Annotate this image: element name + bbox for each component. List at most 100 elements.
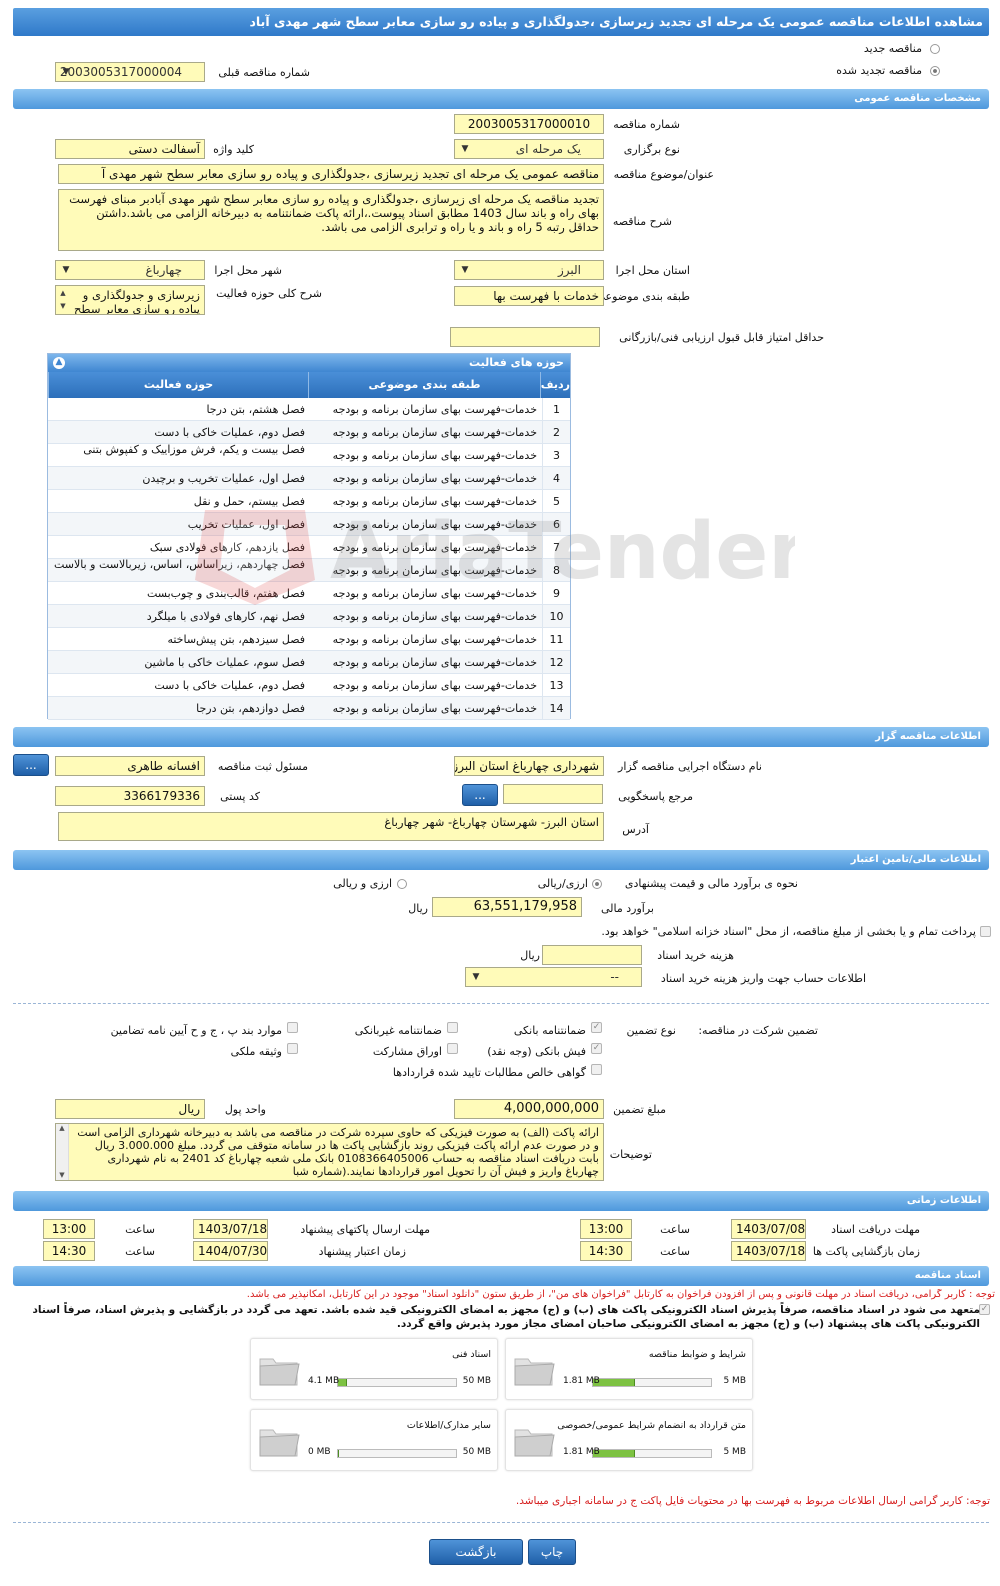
- bank-receipt-checkbox[interactable]: ✓: [591, 1043, 602, 1054]
- treasury-text: پرداخت تمام و یا بخشی از مبلغ مناقصه، از…: [601, 925, 976, 938]
- usage-bar: [337, 1378, 457, 1387]
- section-docs: اسناد مناقصه: [13, 1266, 989, 1286]
- table-row: 6 خدمات-فهرست بهای سازمان برنامه و بودجه ف…: [48, 513, 570, 536]
- category-field[interactable]: خدمات با فهرست بها: [454, 286, 604, 306]
- row-activity: فصل اول، عملیات تخریب: [187, 518, 305, 531]
- rial-radio[interactable]: [592, 879, 602, 889]
- row-number: 10: [542, 605, 570, 628]
- collapse-icon[interactable]: ▲: [53, 357, 65, 369]
- row-category: خدمات-فهرست بهای سازمان برنامه و بودجه: [332, 587, 537, 600]
- estimate-field[interactable]: 63,551,179,958: [432, 897, 582, 917]
- scroll-arrows[interactable]: ▲ ▼: [58, 287, 68, 313]
- notes-label: توضیحات: [609, 1148, 652, 1161]
- table-row: 10 خدمات-فهرست بهای سازمان برنامه و بودجه…: [48, 605, 570, 628]
- category-label: طبقه بندی موضوعی: [596, 290, 690, 303]
- table-row: 7 خدمات-فهرست بهای سازمان برنامه و بودجه ف…: [48, 536, 570, 559]
- province-select[interactable]: ▼ البرز: [454, 260, 604, 280]
- row-number: 1: [542, 398, 570, 421]
- document-used-size: 0 MB: [308, 1447, 331, 1457]
- back-button[interactable]: بازگشت: [429, 1539, 523, 1565]
- document-max-size: 5 MB: [723, 1376, 746, 1386]
- document-card[interactable]: متن قرارداد به انضمام شرایط عمومی/خصوصی 5…: [505, 1409, 753, 1471]
- activity-desc-field[interactable]: زیرسازی و جدولگذاری و پیاده رو سازی معاب…: [55, 285, 205, 315]
- bank-receipt-label: فیش بانکی (وجه نقد): [487, 1045, 586, 1058]
- commitment-checkbox[interactable]: ✓: [979, 1304, 990, 1315]
- subject-field[interactable]: مناقصه عمومی یک مرحله ای تجدید زیرسازی ،…: [58, 164, 604, 184]
- select-reference-button[interactable]: ...: [462, 784, 498, 806]
- chevron-down-icon: ▼: [62, 265, 70, 275]
- bank-guarantee-label: ضمانتنامه بانکی: [513, 1024, 586, 1037]
- submit-deadline-time[interactable]: 13:00: [43, 1219, 95, 1239]
- submit-deadline-date[interactable]: 1403/07/18: [193, 1219, 268, 1239]
- address-field[interactable]: استان البرز- شهرستان چهارباغ- شهر چهاربا…: [58, 812, 604, 841]
- nonbank-guarantee-checkbox[interactable]: [447, 1022, 458, 1033]
- desc-field[interactable]: تجدید مناقصه یک مرحله ای زیرسازی ،جدولگذ…: [58, 189, 604, 251]
- city-select[interactable]: ▼ چهارباغ: [55, 260, 205, 280]
- unit-field[interactable]: ریال: [55, 1099, 205, 1119]
- document-max-size: 50 MB: [462, 1447, 491, 1457]
- validity-time[interactable]: 14:30: [43, 1241, 95, 1261]
- clauses-checkbox[interactable]: [287, 1022, 298, 1033]
- clauses-label: موارد بند پ ، ج و ح آیین نامه تضامین: [110, 1024, 282, 1037]
- row-number: 3: [542, 444, 570, 467]
- divider: [13, 1522, 989, 1523]
- row-activity: فصل سیزدهم، بتن پیش‌ساخته: [167, 633, 305, 646]
- min-score-field[interactable]: [450, 327, 600, 347]
- row-activity: فصل چهاردهم، زیراساس، اساس، زیربالاست و …: [53, 559, 305, 571]
- amount-field[interactable]: 4,000,000,000: [454, 1099, 604, 1119]
- property-checkbox[interactable]: [287, 1043, 298, 1054]
- row-number: 12: [542, 651, 570, 674]
- fx-radio[interactable]: [397, 879, 407, 889]
- row-activity: فصل بیست و یکم، فرش موزاییک و کفپوش بتنی: [83, 444, 305, 456]
- doc-deadline-label: مهلت دریافت اسناد: [831, 1223, 920, 1236]
- print-button[interactable]: چاپ: [528, 1539, 576, 1565]
- doc-deadline-date[interactable]: 1403/07/08: [731, 1219, 806, 1239]
- validity-label: زمان اعتبار پیشنهاد: [318, 1245, 406, 1258]
- claims-cert-checkbox[interactable]: [591, 1064, 602, 1075]
- folder-icon: [514, 1429, 555, 1457]
- notes-scrollbar[interactable]: ▲ ▼: [56, 1124, 69, 1180]
- document-card[interactable]: اسناد فنی 50 MB 4.1 MB: [250, 1338, 498, 1400]
- validity-date[interactable]: 1404/07/30: [193, 1241, 268, 1261]
- treasury-checkbox[interactable]: [980, 926, 991, 937]
- opening-time[interactable]: 14:30: [580, 1241, 632, 1261]
- amount-label: مبلغ تضمین: [613, 1103, 666, 1116]
- select-responsible-button[interactable]: ...: [13, 754, 49, 776]
- prev-number-select[interactable]: ▼ 2003005317000004: [55, 62, 205, 82]
- doc-cost-field[interactable]: [542, 945, 642, 965]
- document-max-size: 5 MB: [723, 1447, 746, 1457]
- min-score-label: حداقل امتیاز قابل قبول ارزیابی فنی/بازرگ…: [619, 331, 824, 344]
- type-select[interactable]: ▼ یک مرحله ای: [454, 139, 604, 159]
- new-tender-radio[interactable]: [930, 44, 940, 54]
- responsible-field[interactable]: افسانه طاهری: [55, 756, 205, 776]
- row-number: 2: [542, 421, 570, 444]
- address-label: آدرس: [622, 823, 649, 836]
- row-activity: فصل دوم، عملیات خاکی با دست: [154, 426, 305, 439]
- reference-field[interactable]: [503, 784, 603, 804]
- row-number: 5: [542, 490, 570, 513]
- document-card[interactable]: شرایط و ضوابط مناقصه 5 MB 1.81 MB: [505, 1338, 753, 1400]
- postal-field[interactable]: 3366179336: [55, 786, 205, 806]
- rial-radio-label: ارزی/ریالی: [537, 877, 588, 890]
- document-name: شرایط و ضوابط مناقصه: [648, 1349, 746, 1360]
- renewed-tender-radio[interactable]: [930, 66, 940, 76]
- opening-date[interactable]: 1403/07/18: [731, 1241, 806, 1261]
- table-row: 1 خدمات-فهرست بهای سازمان برنامه و بودجه ف…: [48, 398, 570, 421]
- usage-bar: [337, 1449, 457, 1458]
- bank-guarantee-checkbox[interactable]: ✓: [591, 1022, 602, 1033]
- divider: [13, 1003, 989, 1004]
- keyword-label: کلید واژه: [213, 143, 254, 156]
- account-select[interactable]: ▼ --: [465, 967, 642, 987]
- doc-deadline-time[interactable]: 13:00: [580, 1219, 632, 1239]
- row-category: خدمات-فهرست بهای سازمان برنامه و بودجه: [332, 403, 537, 416]
- org-field[interactable]: شهرداری چهارباغ استان البرز: [454, 756, 604, 776]
- tender-number-field[interactable]: 2003005317000010: [454, 114, 604, 134]
- document-card[interactable]: سایر مدارک/اطلاعات 50 MB 0 MB: [250, 1409, 498, 1471]
- keyword-field[interactable]: آسفالت دستی: [55, 139, 205, 159]
- participation-papers-checkbox[interactable]: [447, 1043, 458, 1054]
- city-label: شهر محل اجرا: [214, 264, 282, 277]
- unit-label: واحد پول: [224, 1103, 266, 1116]
- org-label: نام دستگاه اجرایی مناقصه گزار: [618, 760, 762, 773]
- notes-field[interactable]: ارائه پاکت (الف) به صورت فیزیکی که حاوی …: [55, 1123, 604, 1181]
- row-category: خدمات-فهرست بهای سازمان برنامه و بودجه: [332, 679, 537, 692]
